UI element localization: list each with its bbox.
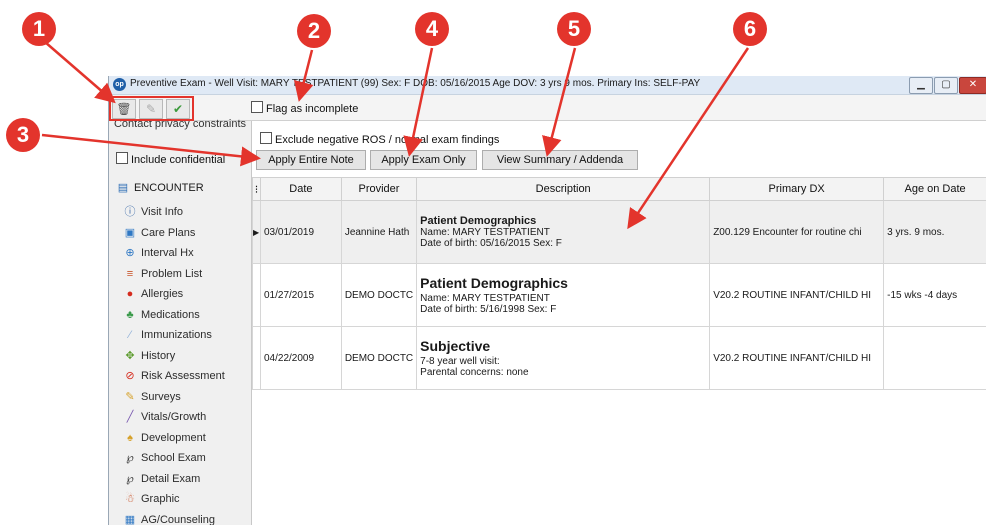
arrow-2 (294, 49, 314, 102)
annotation-marker-5: 5 (557, 12, 591, 46)
annotation-marker-1: 1 (22, 12, 56, 46)
annotation-marker-6: 6 (733, 12, 767, 46)
arrow-5 (542, 47, 577, 157)
annotation-marker-2: 2 (297, 14, 331, 48)
arrow-6 (627, 47, 750, 230)
annotation-marker-4: 4 (415, 12, 449, 46)
arrow-4 (403, 47, 434, 157)
arrow-1 (44, 41, 116, 104)
annotation-arrows (41, 41, 750, 230)
arrow-3 (41, 133, 261, 167)
annotation-marker-3: 3 (6, 118, 40, 152)
